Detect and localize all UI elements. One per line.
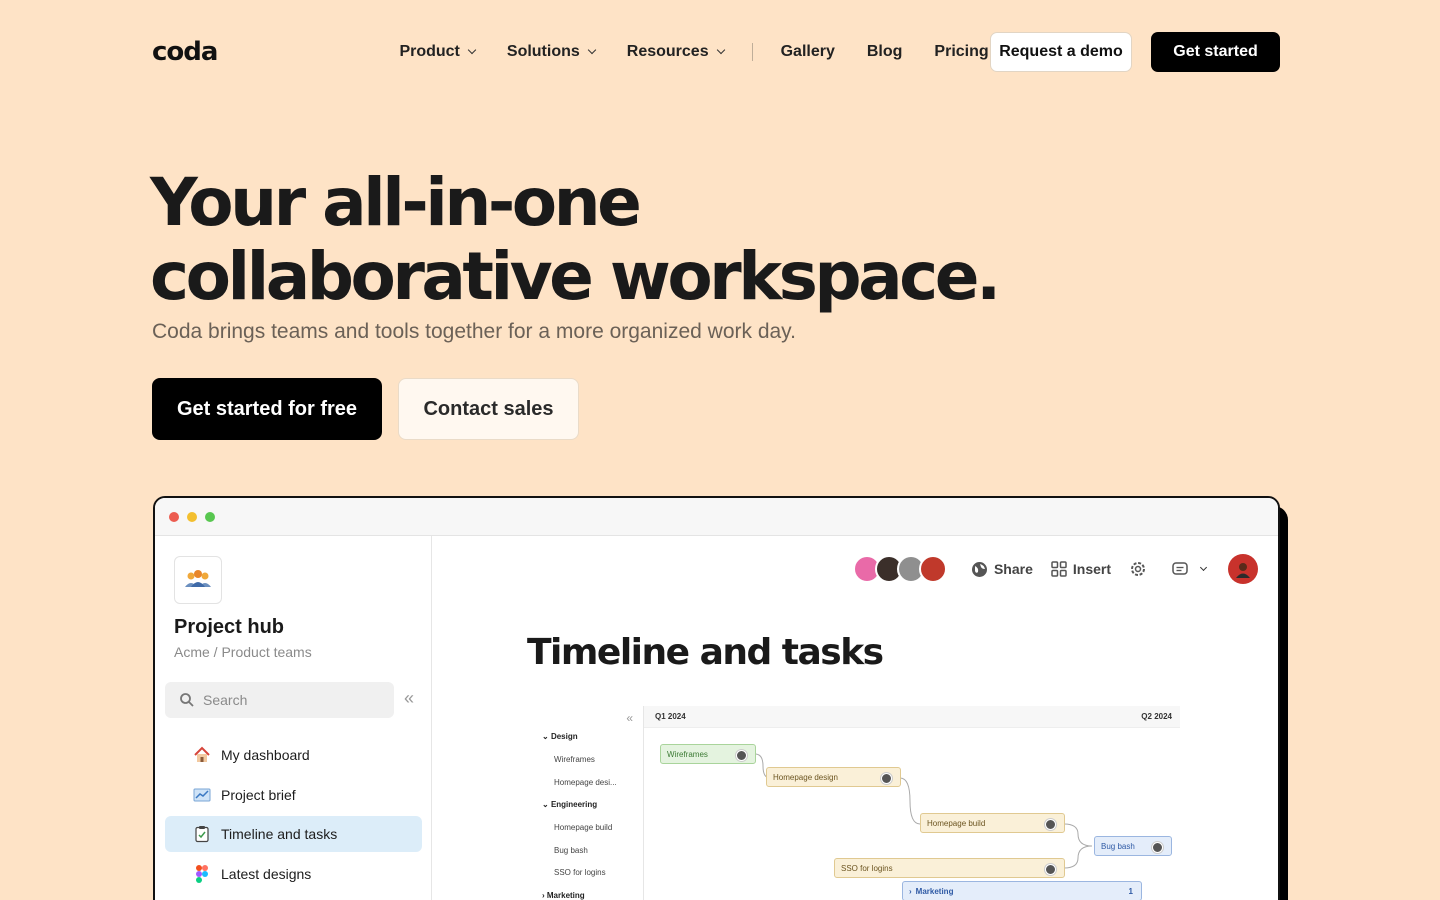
request-demo-button[interactable]: Request a demo xyxy=(990,32,1132,72)
avatar[interactable] xyxy=(918,555,947,583)
nav-product[interactable]: Product xyxy=(399,43,477,61)
search-placeholder: Search xyxy=(203,692,248,708)
contact-sales-button[interactable]: Contact sales xyxy=(398,378,579,440)
nav-blog[interactable]: Blog xyxy=(867,43,903,61)
chevron-down-icon xyxy=(1199,563,1208,571)
hero-title-line-1: Your all-in-one xyxy=(150,164,642,241)
nav-product-label: Product xyxy=(399,43,460,60)
user-avatar[interactable] xyxy=(1228,554,1258,584)
breadcrumb[interactable]: Acme / Product teams xyxy=(174,644,312,660)
bar-label: Homepage build xyxy=(927,818,986,828)
hero-title-line-2: collaborative workspace. xyxy=(150,238,1001,315)
comment-icon xyxy=(1172,562,1188,575)
team-icon xyxy=(174,556,222,604)
sidebar-item-label: Latest designs xyxy=(221,866,312,882)
get-started-button[interactable]: Get started xyxy=(1151,32,1280,72)
nav-resources-label: Resources xyxy=(626,43,709,60)
timeline-gantt: « ⌄ Design Wireframes Homepage desi... ⌄… xyxy=(530,706,1180,900)
close-dot xyxy=(169,511,179,522)
get-started-free-button[interactable]: Get started for free xyxy=(152,378,382,440)
bar-label: Homepage design xyxy=(773,772,838,782)
doc-main: Share Insert Timeline and tasks « ⌄ Desi… xyxy=(432,536,1278,900)
sidebar: Project hub Acme / Product teams Search … xyxy=(155,536,432,900)
insert-label: Insert xyxy=(1072,561,1111,577)
bar-label: Wireframes xyxy=(667,749,708,759)
share-label: Share xyxy=(993,561,1033,577)
nav-pricing[interactable]: Pricing xyxy=(934,43,988,61)
hero-subtitle: Coda brings teams and tools together for… xyxy=(152,320,796,343)
bar-count: 1 xyxy=(1128,886,1133,896)
app-window: Project hub Acme / Product teams Search … xyxy=(153,496,1280,900)
sidebar-item-timeline-and-tasks[interactable]: Timeline and tasks xyxy=(165,816,422,852)
coda-logo[interactable]: coda xyxy=(152,37,218,67)
globe-icon xyxy=(971,561,987,577)
avatar xyxy=(1152,842,1163,853)
bar-label: SSO for logins xyxy=(841,863,893,873)
window-titlebar xyxy=(155,498,1278,536)
nav-resources[interactable]: Resources xyxy=(626,43,725,61)
timeline-bar[interactable]: Bug bash xyxy=(1094,836,1172,856)
timeline-bar[interactable]: SSO for logins xyxy=(834,858,1065,878)
nav-gallery[interactable]: Gallery xyxy=(781,43,835,61)
sidebar-item-label: Project brief xyxy=(221,787,296,803)
avatar xyxy=(881,773,892,784)
grid-icon xyxy=(1051,561,1067,577)
timeline-bar[interactable]: Homepage design xyxy=(766,767,901,787)
bar-label: Marketing xyxy=(915,886,954,896)
share-button[interactable]: Share xyxy=(971,561,1033,578)
chevron-down-icon xyxy=(467,45,477,55)
nav-links: Product Solutions Resources Gallery Blog… xyxy=(399,43,1020,61)
nav-solutions[interactable]: Solutions xyxy=(506,43,597,61)
collaborator-avatars[interactable] xyxy=(852,555,947,583)
doc-title: Timeline and tasks xyxy=(527,632,884,673)
doc-toolbar: Share Insert xyxy=(852,554,1258,584)
sidebar-item-my-dashboard[interactable]: My dashboard xyxy=(165,737,422,773)
search-icon xyxy=(180,693,194,707)
chevron-down-icon xyxy=(716,45,725,55)
timeline-bar[interactable]: Wireframes xyxy=(660,744,756,764)
bar-label: Bug bash xyxy=(1101,841,1135,851)
project-hub-title: Project hub xyxy=(174,616,285,638)
avatar xyxy=(736,750,747,761)
collapse-sidebar-icon[interactable]: « xyxy=(404,688,414,709)
comments-button[interactable] xyxy=(1171,560,1208,578)
sidebar-item-latest-designs[interactable]: Latest designs xyxy=(165,856,422,892)
sidebar-item-label: My dashboard xyxy=(221,747,310,763)
maximize-dot xyxy=(205,511,215,522)
chevron-down-icon xyxy=(587,45,597,55)
nav-divider xyxy=(751,43,753,61)
hero-title: Your all-in-one collaborative workspace. xyxy=(150,164,1001,315)
avatar xyxy=(1045,864,1056,875)
gear-icon xyxy=(1131,562,1145,576)
insert-button[interactable]: Insert xyxy=(1051,561,1111,577)
minimize-dot xyxy=(187,511,197,522)
search-input[interactable]: Search xyxy=(165,682,394,718)
sidebar-item-project-brief[interactable]: Project brief xyxy=(165,777,422,813)
timeline-bar[interactable]: Homepage build xyxy=(920,813,1065,833)
sidebar-item-label: Timeline and tasks xyxy=(221,826,338,842)
figma-icon xyxy=(193,865,211,883)
house-icon xyxy=(193,746,211,764)
clipboard-icon xyxy=(193,825,211,843)
top-nav: coda Product Solutions Resources Gallery… xyxy=(152,32,1280,72)
avatar xyxy=(1045,819,1056,830)
nav-solutions-label: Solutions xyxy=(506,43,580,60)
chevron-right-icon: › xyxy=(909,886,912,896)
chart-icon xyxy=(193,786,211,804)
timeline-group-bar[interactable]: › Marketing 1 xyxy=(902,881,1142,900)
settings-button[interactable] xyxy=(1129,560,1153,578)
